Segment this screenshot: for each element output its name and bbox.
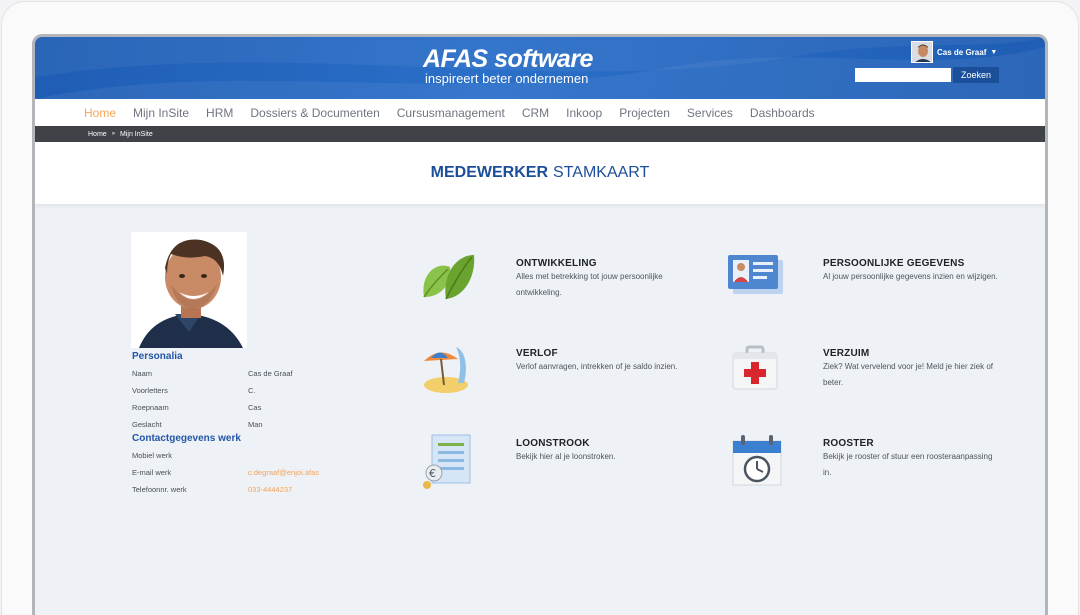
tile-title-rooster[interactable]: ROOSTER: [823, 438, 874, 449]
field-label-geslacht: Geslacht: [132, 420, 162, 429]
browser-window: AFAS software inspireert beter onderneme…: [32, 34, 1048, 615]
field-label-voorletters: Voorletters: [132, 386, 168, 395]
beach-umbrella-icon[interactable]: [418, 337, 478, 397]
field-value-geslacht: Man: [248, 420, 263, 429]
logo-name: AFAS: [423, 45, 488, 73]
breadcrumb-current[interactable]: Mijn InSite: [120, 131, 153, 138]
avatar: [911, 41, 933, 63]
employee-photo: [131, 232, 247, 348]
site-header: AFAS software inspireert beter onderneme…: [35, 37, 1045, 99]
nav-item-crm[interactable]: CRM: [522, 106, 549, 120]
tile-desc-ontwikkeling: Alles met betrekking tot jouw persoonlij…: [516, 272, 663, 297]
breadcrumb: Home » Mijn InSite: [35, 126, 1045, 142]
contact-title: Contactgegevens werk: [132, 433, 241, 444]
leaf-icon[interactable]: [418, 245, 478, 305]
tile-title-persoonlijke-gegevens[interactable]: PERSOONLIJKE GEGEVENS: [823, 258, 964, 269]
personalia-title: Personalia: [132, 351, 183, 362]
chevron-down-icon: ▼: [990, 48, 998, 56]
nav-item-home[interactable]: Home: [84, 106, 116, 120]
nav-item-hrm[interactable]: HRM: [206, 106, 233, 120]
tile-desc-verzuim: Ziek? Wat vervelend voor je! Meld je hie…: [823, 362, 993, 387]
payslip-icon[interactable]: €: [418, 431, 478, 491]
tile-desc-verlof: Verlof aanvragen, intrekken of je saldo …: [516, 362, 678, 371]
main-navigation: Home Mijn InSite HRM Dossiers & Document…: [35, 99, 1045, 126]
nav-item-mijn-insite[interactable]: Mijn InSite: [133, 106, 189, 120]
first-aid-kit-icon[interactable]: [725, 337, 785, 397]
field-label-mobiel-werk: Mobiel werk: [132, 451, 173, 460]
logo-tagline: inspireert beter ondernemen: [425, 71, 589, 86]
field-value-voorletters: C.: [248, 386, 256, 395]
field-value-telefoon-werk[interactable]: 033-4444237: [248, 485, 292, 494]
user-name: Cas de Graaf: [937, 47, 987, 57]
nav-item-dashboards[interactable]: Dashboards: [750, 106, 815, 120]
nav-item-dossiers-documenten[interactable]: Dossiers & Documenten: [250, 106, 379, 120]
svg-text:€: €: [429, 467, 436, 480]
nav-item-cursusmanagement[interactable]: Cursusmanagement: [397, 106, 505, 120]
tile-desc-rooster: Bekijk je rooster of stuur een roosteraa…: [823, 452, 993, 477]
tile-desc-persoonlijke-gegevens: Al jouw persoonlijke gegevens inzien en …: [823, 272, 998, 281]
field-value-roepnaam: Cas: [248, 403, 262, 412]
tile-title-loonstrook[interactable]: LOONSTROOK: [516, 438, 590, 449]
tile-title-verzuim[interactable]: VERZUIM: [823, 348, 869, 359]
field-value-email-werk[interactable]: c.degraaf@enjoi.afas: [248, 468, 319, 477]
tile-title-ontwikkeling[interactable]: ONTWIKKELING: [516, 258, 597, 269]
page-title-light: STAMKAART: [553, 164, 650, 181]
tile-desc-loonstrook: Bekijk hier al je loonstroken.: [516, 452, 616, 461]
logo-software: software: [494, 45, 593, 73]
id-card-icon[interactable]: [725, 245, 785, 305]
nav-item-services[interactable]: Services: [687, 106, 733, 120]
tile-title-verlof[interactable]: VERLOF: [516, 348, 558, 359]
nav-item-inkoop[interactable]: Inkoop: [566, 106, 602, 120]
search-button[interactable]: Zoeken: [953, 67, 1000, 83]
calendar-clock-icon[interactable]: [725, 431, 785, 491]
field-label-roepnaam: Roepnaam: [132, 403, 169, 412]
field-value-naam: Cas de Graaf: [248, 369, 293, 378]
breadcrumb-home[interactable]: Home: [88, 131, 107, 138]
search-input[interactable]: [855, 68, 951, 82]
field-label-email-werk: E-mail werk: [132, 468, 172, 477]
field-label-naam: Naam: [132, 369, 153, 378]
breadcrumb-separator: »: [111, 131, 116, 137]
nav-item-projecten[interactable]: Projecten: [619, 106, 670, 120]
user-menu[interactable]: Cas de Graaf ▼: [911, 41, 997, 63]
page-title: MEDEWERKER STAMKAART: [35, 142, 1045, 205]
page-title-bold: MEDEWERKER: [430, 164, 549, 181]
afas-logo[interactable]: AFAS software inspireert beter onderneme…: [423, 46, 593, 85]
field-label-telefoon-werk: Telefoonnr. werk: [132, 485, 187, 494]
